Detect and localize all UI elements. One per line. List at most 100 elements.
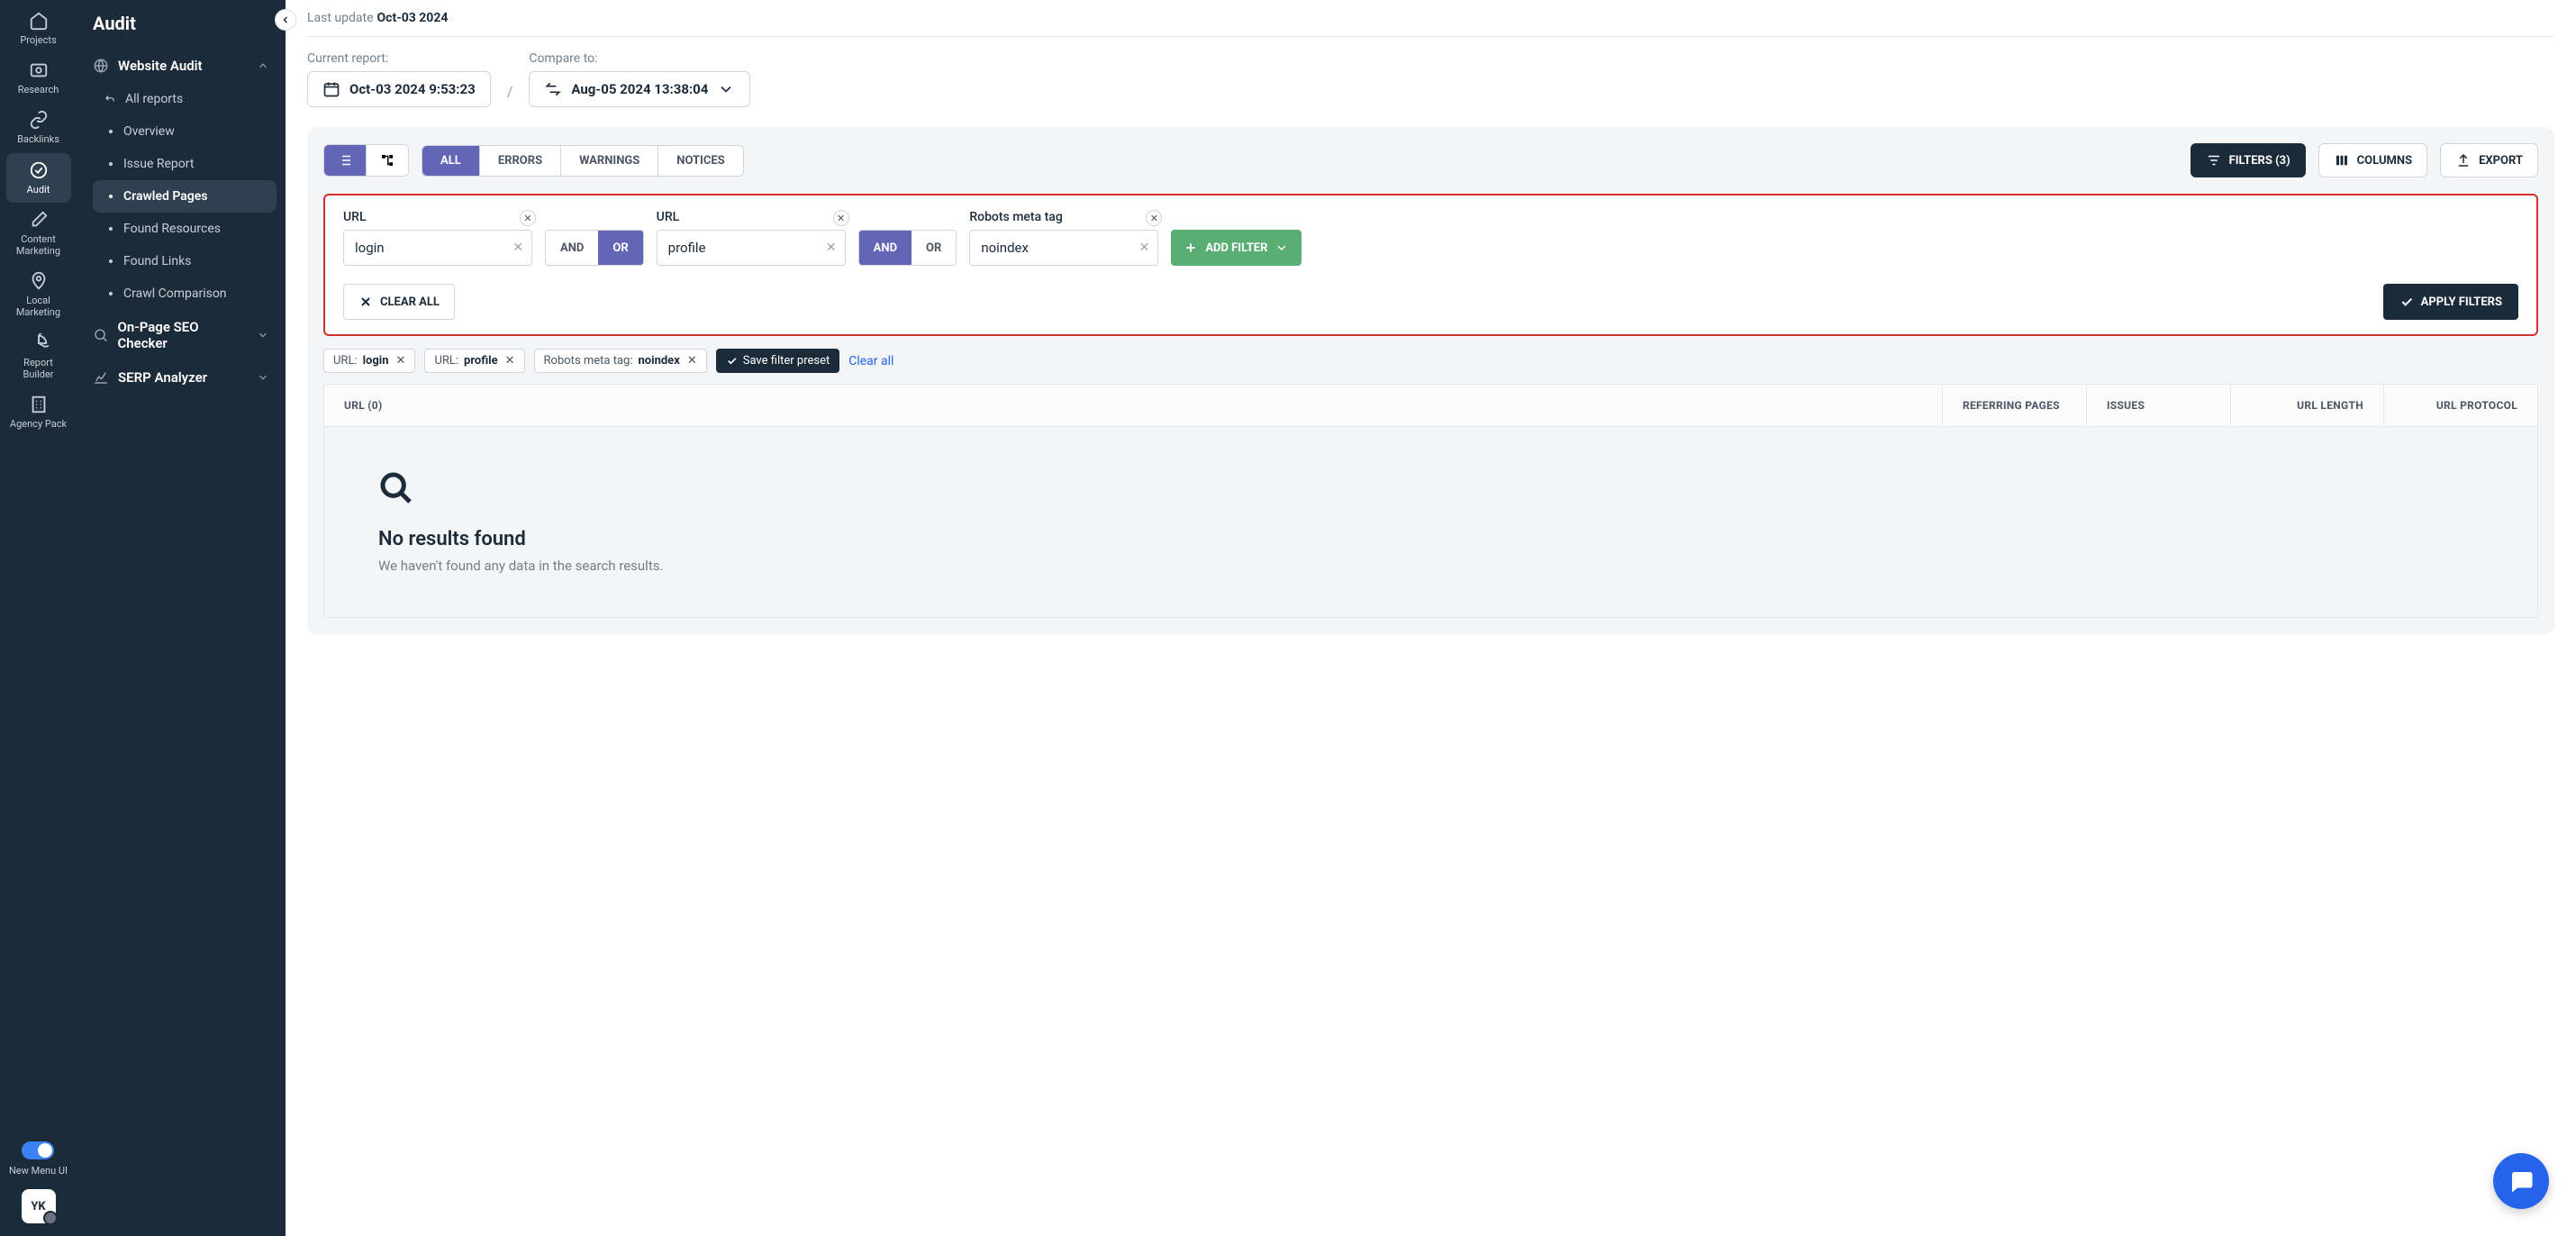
th-url-protocol[interactable]: URL PROTOCOL [2384,385,2537,426]
nav-local-marketing[interactable]: Local Marketing [6,264,71,325]
current-report-value: Oct-03 2024 9:53:23 [349,81,476,97]
th-issues[interactable]: ISSUES [2087,385,2231,426]
filter-input-url-2[interactable] [657,230,846,266]
tab-notices[interactable]: NOTICES [658,146,742,176]
swap-icon [544,80,562,98]
group-onpage-seo[interactable]: On-Page SEO Checker [86,310,277,360]
sidebar-item-all-reports[interactable]: All reports [93,83,277,115]
filter-chip: URL: login ✕ [323,349,415,373]
filter-label: URL [343,210,532,224]
sidebar-item-label: Issue Report [123,157,194,171]
sidebar-item-label: Crawl Comparison [123,286,227,301]
collapse-sidebar-button[interactable] [275,9,296,31]
nav-label: Research [18,84,59,95]
export-label: EXPORT [2479,154,2523,168]
tab-all[interactable]: ALL [422,146,479,176]
chip-remove-icon[interactable]: ✕ [687,354,697,368]
view-mode-toggle [323,144,409,177]
filter-panel: URL ✕ ✕ AND OR URL ✕ ✕ [323,194,2538,336]
clear-all-link[interactable]: Clear all [848,354,893,368]
user-avatar[interactable]: YK [22,1189,56,1223]
active-filter-chips: URL: login ✕ URL: profile ✕ Robots meta … [323,349,2538,373]
chip-value: profile [464,354,498,368]
nav-projects[interactable]: Projects [6,4,71,53]
severity-tabs: ALL ERRORS WARNINGS NOTICES [422,145,744,177]
current-report-picker[interactable]: Oct-03 2024 9:53:23 [307,71,491,107]
clear-input-icon[interactable]: ✕ [826,241,837,255]
sidebar-item-crawl-comparison[interactable]: Crawl Comparison [93,277,277,310]
tree-view-button[interactable] [366,145,408,176]
filters-label: FILTERS (3) [2229,154,2290,168]
sidebar-item-label: Overview [123,124,175,139]
table-header: URL (0) REFERRING PAGES ISSUES URL LENGT… [323,384,2538,427]
sidebar-item-issue-report[interactable]: Issue Report [93,148,277,180]
clear-input-icon[interactable]: ✕ [1139,241,1150,255]
remove-filter-button[interactable]: ✕ [833,210,849,226]
apply-filters-button[interactable]: APPLY FILTERS [2383,284,2518,320]
research-icon [29,60,49,80]
list-view-button[interactable] [324,145,366,176]
clear-input-icon[interactable]: ✕ [512,241,523,255]
nav-label: Report Builder [10,357,68,380]
export-button[interactable]: EXPORT [2440,143,2538,177]
tab-warnings[interactable]: WARNINGS [560,146,658,176]
logic-or-button[interactable]: OR [598,231,642,265]
filter-block-url-2: URL ✕ ✕ [657,210,846,266]
list-icon [337,152,353,168]
logic-and-button[interactable]: AND [546,231,598,265]
th-url[interactable]: URL (0) [324,385,1943,426]
tree-icon [379,152,395,168]
check-icon [726,355,738,367]
chip-value: login [363,354,389,368]
nav-agency-pack[interactable]: Agency Pack [6,387,71,437]
remove-filter-button[interactable]: ✕ [520,210,536,226]
sidebar-item-overview[interactable]: Overview [93,115,277,148]
chip-remove-icon[interactable]: ✕ [396,354,406,368]
sidebar-item-found-links[interactable]: Found Links [93,245,277,277]
nav-backlinks[interactable]: Backlinks [6,103,71,152]
chat-fab[interactable] [2493,1153,2549,1209]
filter-block-url-1: URL ✕ ✕ [343,210,532,266]
logic-and-button[interactable]: AND [859,231,912,265]
sidebar-item-crawled-pages[interactable]: Crawled Pages [93,180,277,213]
group-serp-analyzer[interactable]: SERP Analyzer [86,360,277,395]
filter-label: Robots meta tag [969,210,1158,224]
sidebar: Audit Website Audit All reports Overview… [77,0,286,1236]
nav-label: Agency Pack [10,418,67,430]
filters-button[interactable]: FILTERS (3) [2191,143,2306,177]
logic-or-button[interactable]: OR [912,231,956,265]
nav-report-builder[interactable]: Report Builder [6,326,71,387]
group-website-audit[interactable]: Website Audit [86,49,277,83]
nav-research[interactable]: Research [6,53,71,103]
chip-key: Robots meta tag: [544,354,633,368]
nav-label: Backlinks [17,133,59,145]
nav-label: Projects [20,34,56,46]
filter-label: URL [657,210,846,224]
compare-report-value: Aug-05 2024 13:38:04 [571,81,708,97]
columns-button[interactable]: COLUMNS [2318,143,2427,177]
mini-nav: Projects Research Backlinks Audit Conten… [0,0,77,1236]
menu-ui-toggle[interactable] [22,1141,54,1159]
filter-input-url-1[interactable] [343,230,532,266]
th-url-length[interactable]: URL LENGTH [2231,385,2384,426]
remove-filter-button[interactable]: ✕ [1146,210,1162,226]
building-icon [29,395,49,414]
th-referring-pages[interactable]: REFERRING PAGES [1943,385,2087,426]
save-preset-button[interactable]: Save filter preset [716,349,840,373]
columns-label: COLUMNS [2357,154,2412,168]
tab-errors[interactable]: ERRORS [479,146,560,176]
home-icon [29,11,49,31]
search-icon [93,327,108,343]
filter-input-robots[interactable] [969,230,1158,266]
add-filter-button[interactable]: ADD FILTER [1171,230,1302,266]
nav-label: Content Marketing [10,233,68,257]
nav-content-marketing[interactable]: Content Marketing [6,203,71,264]
check-circle-icon [29,160,49,180]
empty-subtitle: We haven't found any data in the search … [378,558,2483,574]
nav-audit[interactable]: Audit [6,153,71,203]
compare-report-picker[interactable]: Aug-05 2024 13:38:04 [529,71,750,107]
clear-all-button[interactable]: CLEAR ALL [343,284,455,320]
chip-remove-icon[interactable]: ✕ [505,354,515,368]
sidebar-item-found-resources[interactable]: Found Resources [93,213,277,245]
add-filter-label: ADD FILTER [1205,241,1267,255]
